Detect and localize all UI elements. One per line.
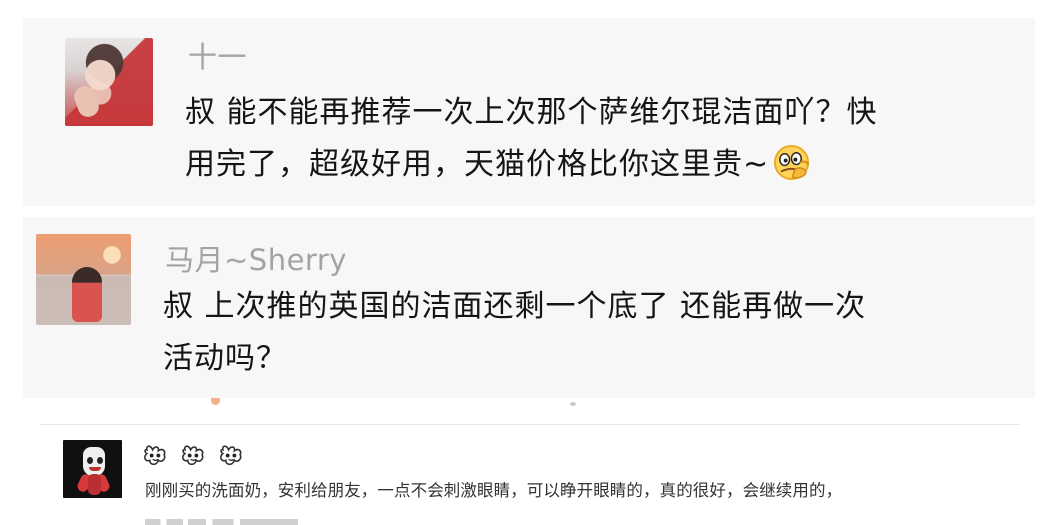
- toy-body-shape: [88, 474, 101, 495]
- shiyi-avatar[interactable]: [65, 38, 153, 126]
- comment-card-shiyi: 十一 叔 能不能再推荐一次上次那个萨维尔琨洁面吖？快 用完了，超级好用，天猫价格…: [23, 18, 1035, 206]
- comment-card-mayue-sherry: 马月~Sherry 叔 上次推的英国的洁面还剩一个底了 还能再做一次 活动吗？: [23, 217, 1035, 398]
- mayue-sherry-comment-line-1: 叔 上次推的英国的洁面还剩一个底了 还能再做一次: [163, 289, 867, 324]
- bunny-mask-icon: [220, 445, 242, 466]
- toy-left-eye-shape: [87, 457, 93, 464]
- mayue-sherry-username[interactable]: 马月~Sherry: [165, 242, 347, 278]
- comment-screenshot: 十一 叔 能不能再推荐一次上次那个萨维尔琨洁面吖？快 用完了，超级好用，天猫价格…: [0, 0, 1050, 525]
- bunny-username-icons[interactable]: [143, 445, 244, 468]
- bunny-user-comment: 刚刚买的洗面奶，安利给朋友，一点不会刺激眼睛，可以睁开眼睛的，真的很好，会继续用…: [145, 481, 843, 500]
- bunny-mask-icon: [144, 445, 166, 466]
- partial-gray-icon: [570, 402, 576, 406]
- shiyi-comment-line-2: 用完了，超级好用，天猫价格比你这里贵~: [185, 139, 811, 191]
- cutoff-timestamp: [145, 519, 298, 525]
- shiyi-username[interactable]: 十一: [188, 39, 247, 75]
- partial-orange-icon: [211, 398, 220, 405]
- shiyi-comment-line-2-text: 用完了，超级好用，天猫价格比你这里贵~: [185, 147, 770, 182]
- portrait-person-shape: [72, 267, 102, 322]
- portrait-shapes: [65, 38, 153, 126]
- mayue-sherry-avatar[interactable]: [36, 234, 131, 325]
- bunny-mask-icon: [182, 445, 204, 466]
- toy-avatar[interactable]: [63, 440, 122, 498]
- mayue-sherry-comment-line-2: 活动吗？: [163, 341, 287, 376]
- thinking-emoji-icon: [772, 143, 811, 182]
- shiyi-comment-line-1: 叔 能不能再推荐一次上次那个萨维尔琨洁面吖？快: [185, 95, 878, 130]
- comment-divider: [40, 424, 1020, 425]
- toy-right-eye-shape: [97, 457, 103, 464]
